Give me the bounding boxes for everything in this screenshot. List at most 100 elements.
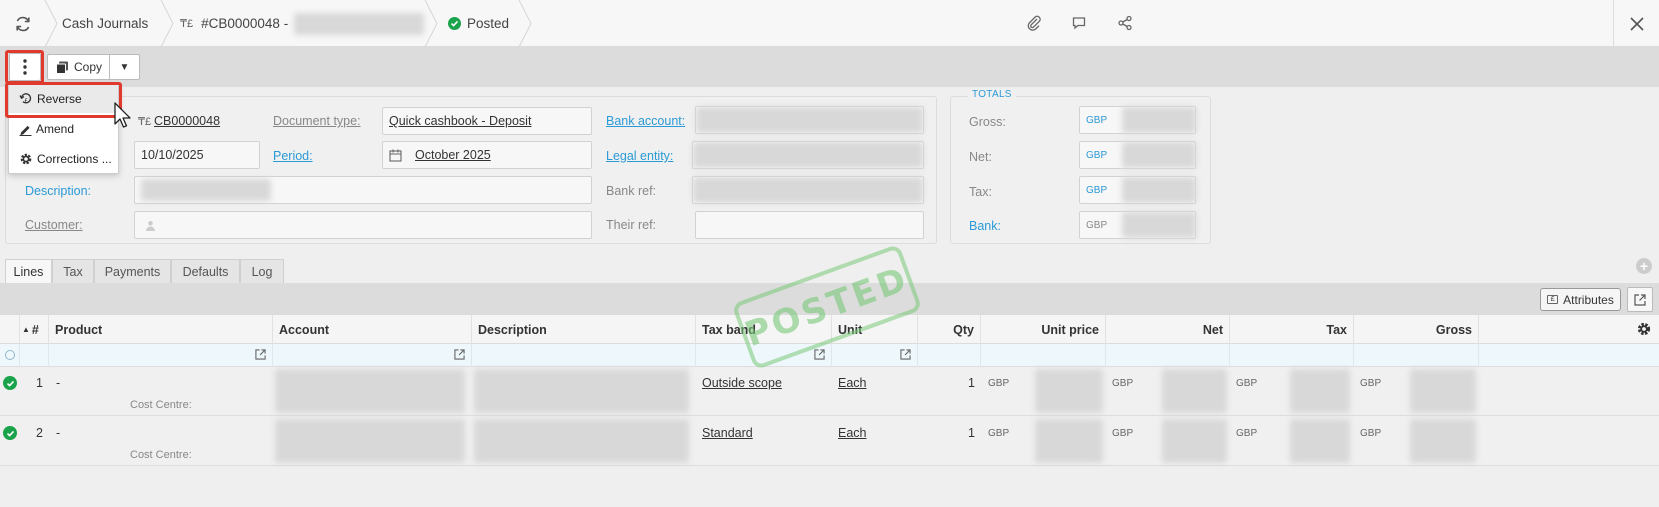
breadcrumb-cash-journals[interactable]: Cash Journals [62,0,148,47]
tab-tax[interactable]: Tax [52,259,94,283]
breadcrumb-separator [518,0,532,47]
grid-header-tax[interactable]: Tax [1230,315,1354,344]
refresh-icon[interactable] [12,13,34,35]
legal-entity-field[interactable] [692,141,924,169]
comment-icon[interactable] [1068,12,1090,34]
grid-header-account[interactable]: Account [273,315,472,344]
filter-cell-gross[interactable] [1354,344,1479,367]
pencil-icon [19,125,32,136]
their-ref-field[interactable] [695,211,924,239]
workflow-icon[interactable] [1114,12,1136,34]
filter-cell-description[interactable] [472,344,696,367]
grid-header-description[interactable]: Description [472,315,696,344]
grid-header-product[interactable]: Product [49,315,273,344]
grid-header-net[interactable]: Net [1106,315,1230,344]
tax-currency: GBP [1236,428,1258,439]
bank-account-label[interactable]: Bank account: [606,114,685,128]
redacted-unit-price [1035,369,1103,413]
document-reference: #CB0000048 - [201,16,289,31]
add-tab-icon[interactable]: + [1636,258,1652,274]
reference-value[interactable]: CB0000048 [154,114,220,128]
tab-payments[interactable]: Payments [94,259,171,283]
filter-cell[interactable] [20,344,49,367]
document-type-field[interactable]: Quick cashbook - Deposit [382,107,592,135]
external-link-icon[interactable] [454,349,465,363]
breadcrumb-separator [160,0,174,47]
redacted-unit-price [1035,419,1103,463]
copy-icon [56,61,68,74]
breadcrumb-separator [424,0,438,47]
status-text: Posted [467,16,510,31]
net-currency: GBP [1112,428,1134,439]
bank-account-field[interactable] [695,106,924,134]
filter-circle-icon [5,350,15,360]
grid-header-gross[interactable]: Gross [1354,315,1479,344]
menu-item-amend[interactable]: Amend [9,115,118,143]
row-number: 1 [36,376,43,390]
date-field[interactable]: 10/10/2025 [134,141,260,169]
filter-cell-tax[interactable] [1230,344,1354,367]
grid-header-qty[interactable]: Qty [918,315,981,344]
grid-header-unit-price[interactable]: Unit price [981,315,1106,344]
open-external-button[interactable] [1627,287,1653,312]
redacted-text [294,12,425,35]
row-cost-centre-label: Cost Centre: [130,399,192,411]
filter-cell-qty[interactable] [918,344,981,367]
tab-lines[interactable]: Lines [5,259,52,284]
row-tax-band[interactable]: Standard [702,426,753,440]
bank-total-label[interactable]: Bank: [969,219,1001,233]
filter-cell-unit[interactable] [832,344,918,367]
column-label: # [31,322,39,337]
unit-price-currency: GBP [988,378,1010,389]
redacted-text [1122,142,1196,168]
their-ref-label: Their ref: [606,218,657,232]
tab-defaults[interactable]: Defaults [171,259,240,283]
row-number: 2 [36,426,43,440]
period-field[interactable]: October 2025 [382,141,592,169]
action-toolbar: Copy ▼ [0,47,1659,87]
breadcrumb-document[interactable]: ₸£ #CB0000048 - [180,0,425,47]
copy-dropdown-button[interactable]: ▼ [110,54,140,80]
check-circle-icon [448,17,461,30]
currency-code: GBP [1086,114,1108,126]
external-link-icon[interactable] [255,349,266,363]
menu-item-corrections[interactable]: Corrections ... [9,145,118,173]
customer-field[interactable] [134,211,592,239]
redacted-gross [1410,419,1476,463]
close-icon[interactable] [1613,0,1659,47]
bank-ref-field[interactable] [692,176,924,204]
period-value: October 2025 [415,148,491,162]
copy-button[interactable]: Copy [47,54,110,80]
grid-settings-gear-icon[interactable] [1636,321,1652,340]
description-label[interactable]: Description: [25,184,91,198]
row-product: - [56,426,61,440]
gross-currency: GBP [1360,378,1382,389]
highlight-box [5,82,122,118]
grid-header-number[interactable]: ▲ # [20,315,49,344]
attributes-icon: £ [1547,295,1559,304]
customer-label[interactable]: Customer: [25,218,83,232]
gross-total-field: GBP [1079,106,1196,134]
description-field[interactable] [134,176,592,204]
row-unit[interactable]: Each [838,426,867,440]
tax-total-label: Tax: [969,185,992,199]
filter-cell-net[interactable] [1106,344,1230,367]
table-row[interactable]: 2 - Cost Centre: Standard Each 1 GBP GBP… [0,417,1659,466]
filter-cell-unit-price[interactable] [981,344,1106,367]
check-circle-icon [3,376,17,390]
legal-entity-label[interactable]: Legal entity: [606,149,673,163]
redacted-text [696,107,923,133]
redacted-text [693,142,923,168]
external-link-icon[interactable] [814,349,825,363]
filter-cell-product[interactable] [49,344,273,367]
table-row[interactable]: 1 - Cost Centre: Outside scope Each 1 GB… [0,367,1659,416]
external-link-icon[interactable] [900,349,911,363]
row-tax-band[interactable]: Outside scope [702,376,782,390]
bank-ref-label: Bank ref: [606,184,657,198]
tab-log[interactable]: Log [240,259,284,283]
period-label[interactable]: Period: [273,149,313,163]
row-unit[interactable]: Each [838,376,867,390]
attributes-button[interactable]: £ Attributes [1540,288,1621,311]
paperclip-icon[interactable] [1023,12,1045,34]
filter-cell-account[interactable] [273,344,472,367]
